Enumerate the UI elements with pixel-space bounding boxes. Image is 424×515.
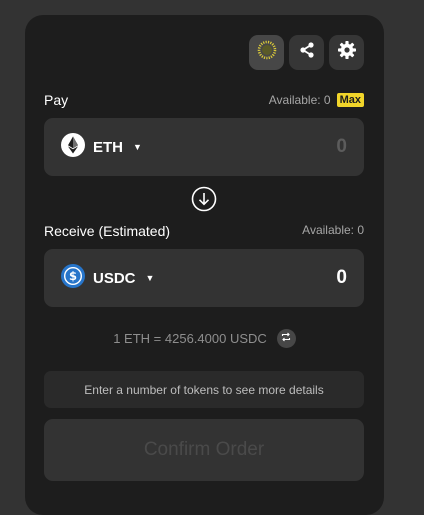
details-hint-text: Enter a number of tokens to see more det… [84, 382, 324, 397]
receive-available-text: Available: 0 [302, 223, 364, 237]
share-icon [298, 41, 316, 64]
receive-label: Receive (Estimated) [44, 223, 171, 239]
receive-token-selector[interactable]: $ USDC ▼ [61, 249, 154, 307]
eth-icon [61, 132, 85, 162]
chevron-down-icon: ▼ [145, 273, 155, 283]
receive-token-symbol: USDC [93, 269, 136, 287]
svg-text:$: $ [69, 269, 77, 283]
gear-icon [337, 40, 357, 65]
details-hint: Enter a number of tokens to see more det… [44, 371, 364, 408]
refresh-icon [280, 331, 292, 346]
exchange-rate-text: 1 ETH = 4256.4000 USDC [113, 331, 267, 346]
settings-button[interactable] [329, 35, 364, 70]
pay-available-text: Available: 0 [268, 93, 331, 107]
receive-token-box: $ USDC ▼ 0 [44, 249, 364, 307]
refresh-rate-button[interactable] [276, 329, 296, 348]
pay-available: Available: 0 Max [269, 93, 364, 107]
confirm-order-button[interactable]: Confirm Order [44, 419, 364, 481]
theme-toggle-button[interactable] [249, 35, 284, 70]
receive-amount: 0 [336, 267, 347, 288]
toolbar [249, 35, 364, 70]
pay-token-box: ETH ▼ 0 [44, 118, 364, 176]
chevron-down-icon: ▼ [133, 142, 142, 152]
pay-amount-input[interactable]: 0 [336, 118, 347, 176]
max-button[interactable]: Max [336, 93, 364, 107]
sun-theme-icon [256, 39, 278, 66]
swap-widget: Pay Available: 0 Max ETH ▼ 0 Receive (Es… [25, 15, 384, 515]
pay-token-symbol: ETH [93, 138, 123, 156]
swap-direction-button[interactable] [191, 186, 217, 212]
share-button[interactable] [289, 35, 324, 70]
pay-label: Pay [44, 92, 69, 108]
arrow-down-icon [191, 186, 217, 216]
confirm-order-label: Confirm Order [143, 439, 265, 460]
exchange-rate: 1 ETH = 4256.4000 USDC [25, 329, 384, 348]
receive-available: Available: 0 [302, 223, 364, 237]
pay-token-selector[interactable]: ETH ▼ [61, 118, 142, 176]
usdc-icon: $ [61, 263, 85, 293]
